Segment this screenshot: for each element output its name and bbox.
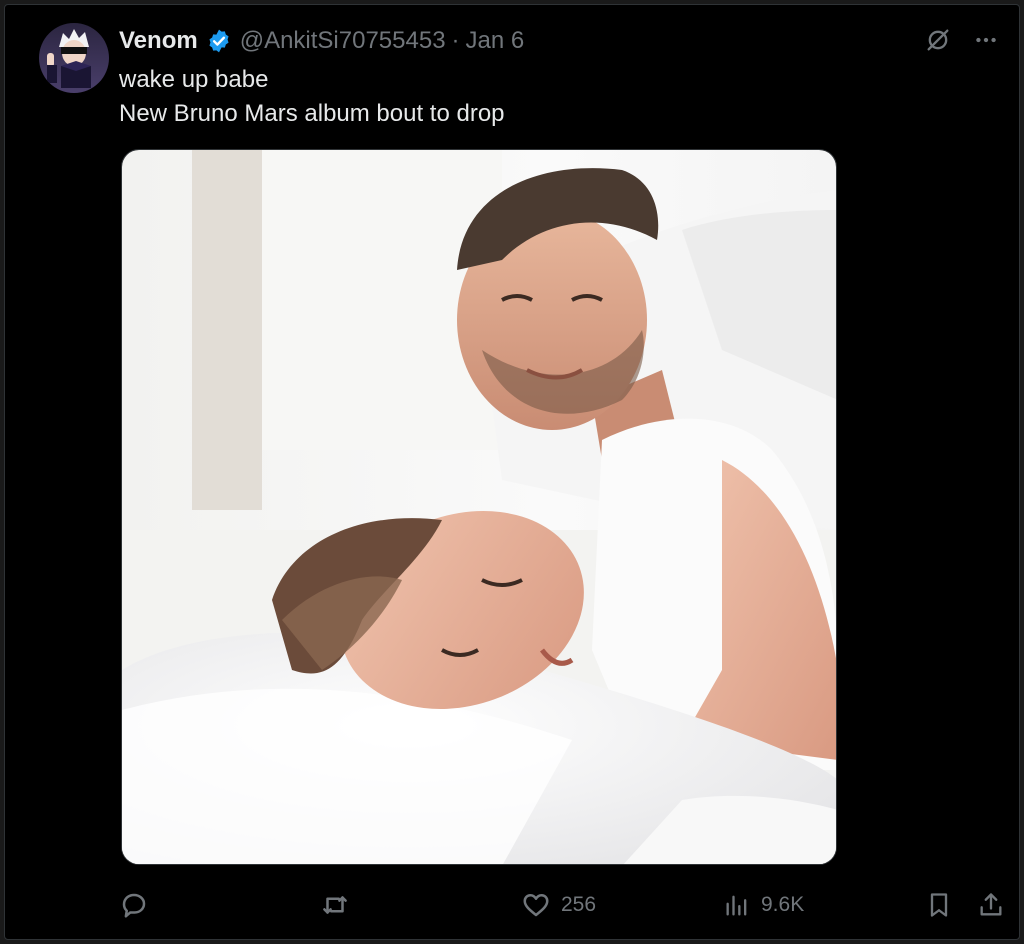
bookmark-button[interactable] [925,885,953,925]
verified-badge-icon [206,28,232,54]
display-name[interactable]: Venom [119,27,198,55]
like-count: 256 [561,893,597,916]
view-count: 9.6K [761,893,805,916]
retweet-button[interactable] [319,885,351,925]
bookmark-icon [925,890,953,920]
views-chart-icon [723,891,751,919]
views-button[interactable]: 9.6K [723,885,804,925]
tweet-text-line: New Bruno Mars album bout to drop [119,100,505,127]
tweet-text: wake up babe New Bruno Mars album bout t… [119,63,505,131]
heart-icon [521,890,551,920]
like-button[interactable]: 256 [521,885,596,925]
action-bar: 256 9.6K [119,885,1009,925]
tweet-text-line: wake up babe [119,66,269,93]
reply-button[interactable] [119,885,149,925]
share-icon [977,890,1005,920]
tweet-date[interactable]: Jan 6 [466,27,525,55]
avatar[interactable] [39,23,109,93]
retweet-icon [319,890,351,920]
tweet-card: Venom @AnkitSi70755453 · Jan 6 wake up b… [4,4,1020,940]
more-icon[interactable] [971,25,1001,55]
reply-icon [119,890,149,920]
share-button[interactable] [977,885,1005,925]
grok-icon[interactable] [923,25,953,55]
tweet-header: Venom @AnkitSi70755453 · Jan 6 [119,23,524,59]
top-actions [923,25,1001,55]
separator-dot: · [451,27,460,54]
tweet-image[interactable] [121,149,837,865]
user-handle[interactable]: @AnkitSi70755453 [240,27,446,55]
